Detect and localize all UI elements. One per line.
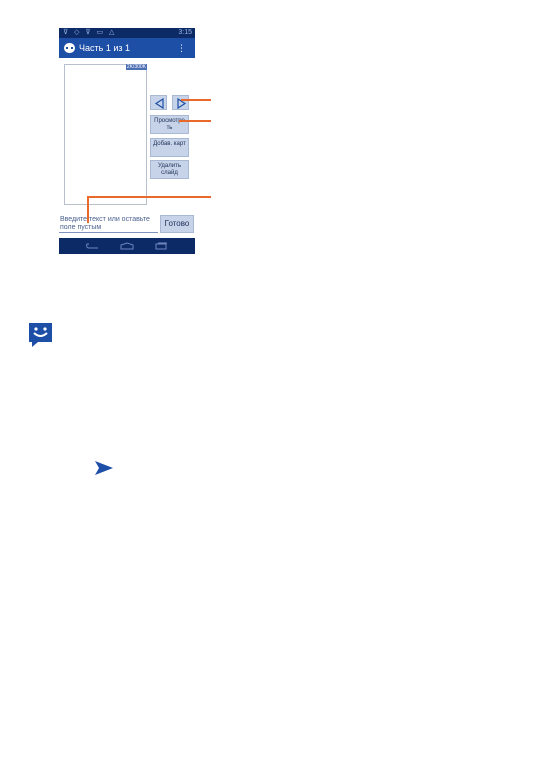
chevron-left-icon bbox=[154, 98, 164, 109]
slide-size-counter: 2K/300K bbox=[125, 64, 147, 70]
recent-apps-icon[interactable] bbox=[154, 242, 168, 250]
slide-text-input[interactable]: Введите текст или оставьте поле пустым bbox=[59, 214, 158, 233]
back-icon[interactable] bbox=[85, 242, 99, 250]
send-arrow-icon bbox=[95, 461, 113, 475]
status-time: 3:15 bbox=[178, 29, 192, 36]
callout-line-preview bbox=[179, 120, 211, 122]
navigation-bar bbox=[59, 238, 195, 254]
app-bar: Часть 1 из 1 ⋮ bbox=[59, 38, 195, 58]
done-button[interactable]: Готово bbox=[160, 215, 194, 233]
callout-line-input-vertical bbox=[87, 196, 89, 223]
delete-slide-button[interactable]: Удалить слайд bbox=[150, 160, 189, 179]
status-bar: ⊽ ◇ ⊽ ▭ △ 3:15 bbox=[59, 28, 195, 38]
slide-editor: 2K/300K Просмотре ть Добав. карт Удалить… bbox=[59, 58, 195, 238]
preview-button[interactable]: Просмотре ть bbox=[150, 115, 189, 134]
compose-row: Введите текст или оставьте поле пустым Г… bbox=[59, 214, 195, 236]
home-icon[interactable] bbox=[120, 242, 134, 250]
callout-line-navigation bbox=[181, 99, 211, 101]
callout-line-input-horizontal bbox=[87, 196, 211, 198]
messaging-app-icon bbox=[64, 43, 75, 53]
slide-preview-area[interactable]: 2K/300K bbox=[64, 64, 147, 205]
next-slide-button[interactable] bbox=[172, 95, 189, 110]
smiley-speech-bubble-icon bbox=[29, 323, 52, 347]
phone-screenshot: ⊽ ◇ ⊽ ▭ △ 3:15 Часть 1 из 1 ⋮ 2K/300K Пр… bbox=[59, 28, 195, 254]
previous-slide-button[interactable] bbox=[150, 95, 167, 110]
notification-icons: ⊽ ◇ ⊽ ▭ △ bbox=[63, 29, 117, 36]
app-title: Часть 1 из 1 bbox=[79, 43, 130, 53]
add-card-button[interactable]: Добав. карт bbox=[150, 138, 189, 157]
overflow-menu-icon[interactable]: ⋮ bbox=[177, 42, 186, 54]
